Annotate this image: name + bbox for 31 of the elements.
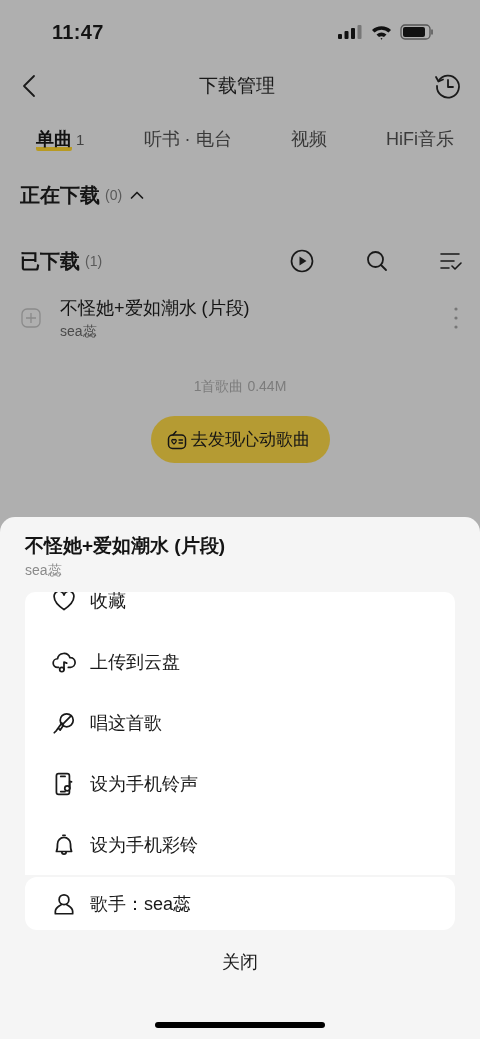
tab-count: 1 bbox=[76, 131, 85, 148]
wifi-icon bbox=[371, 24, 392, 40]
radio-icon bbox=[166, 429, 187, 450]
list-check-icon[interactable] bbox=[440, 251, 462, 271]
menu-item[interactable]: 设为手机铃声 bbox=[25, 753, 455, 814]
section-title: 已下载 bbox=[20, 248, 80, 274]
section-count: (1) bbox=[85, 253, 103, 269]
menu-item[interactable]: 收藏 bbox=[25, 592, 455, 631]
play-icon[interactable] bbox=[290, 249, 314, 273]
menu-item[interactable]: 上传到云盘 bbox=[25, 631, 455, 692]
singer-item[interactable]: 歌手：sea蕊 bbox=[25, 877, 455, 930]
discover-button[interactable]: 去发现心动歌曲 bbox=[150, 416, 330, 463]
sheet-title: 不怪她+爱如潮水 (片段) bbox=[25, 534, 227, 558]
close-button[interactable]: 关闭 bbox=[222, 950, 258, 974]
battery-icon bbox=[400, 24, 434, 40]
song-artist: sea蕊 bbox=[60, 322, 98, 341]
section-count: (0) bbox=[105, 187, 123, 203]
status-time: 11:47 bbox=[52, 20, 104, 44]
history-icon[interactable] bbox=[434, 72, 462, 100]
tab[interactable]: 视频 bbox=[290, 127, 327, 151]
page-title: 下载管理 bbox=[199, 74, 275, 98]
menu-item[interactable]: 唱这首歌 bbox=[25, 692, 455, 753]
chevron-up-icon[interactable] bbox=[130, 190, 145, 200]
section-title: 正在下载 bbox=[20, 182, 100, 208]
menu-item[interactable]: 设为手机彩铃 bbox=[25, 814, 455, 875]
tab[interactable]: HiFi音乐 bbox=[386, 127, 454, 151]
search-icon[interactable] bbox=[366, 250, 388, 272]
song-title: 不怪她+爱如潮水 (片段) bbox=[60, 296, 250, 320]
sheet-subtitle: sea蕊 bbox=[25, 561, 63, 579]
tab[interactable]: 听书 · 电台 bbox=[143, 127, 232, 151]
signal-icon bbox=[338, 25, 363, 39]
